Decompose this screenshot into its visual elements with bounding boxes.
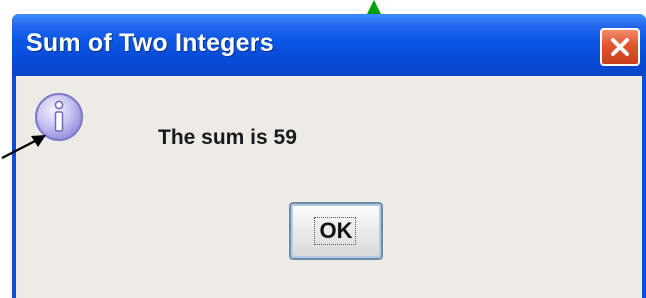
screenshot-stage: Sum of Two Integers The sum is 59 OK bbox=[0, 0, 646, 298]
dialog-body: The sum is 59 OK bbox=[16, 76, 642, 298]
dialog-message: The sum is 59 bbox=[158, 126, 297, 149]
ok-button[interactable]: OK bbox=[289, 202, 383, 260]
close-button[interactable] bbox=[600, 28, 640, 66]
close-icon bbox=[611, 38, 629, 56]
message-dialog: Sum of Two Integers The sum is 59 OK bbox=[12, 14, 646, 298]
dialog-title: Sum of Two Integers bbox=[26, 29, 274, 57]
information-icon bbox=[35, 93, 83, 141]
title-bar[interactable]: Sum of Two Integers bbox=[12, 14, 646, 76]
ok-button-label: OK bbox=[319, 218, 353, 243]
green-arrow bbox=[367, 0, 381, 14]
